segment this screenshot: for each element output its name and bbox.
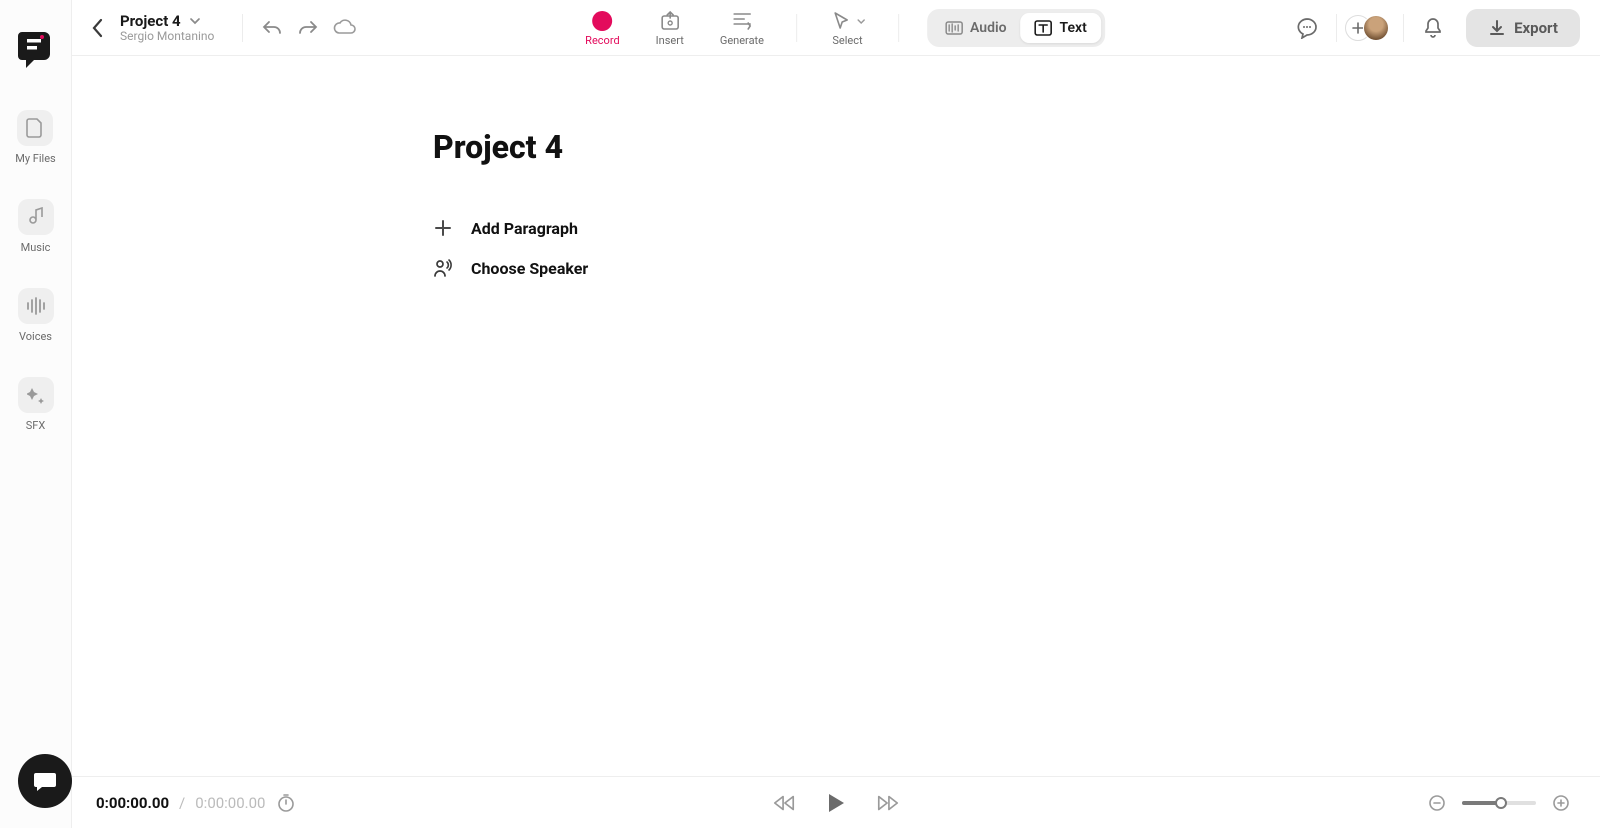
chat-icon [32, 768, 58, 794]
comments-button[interactable] [1292, 13, 1322, 43]
total-time: 0:00:00.00 [195, 794, 265, 812]
sidebar-item-sfx[interactable]: SFX [18, 377, 54, 432]
mode-text-button[interactable]: Text [1021, 13, 1101, 43]
record-icon [592, 11, 612, 31]
project-owner: Sergio Montanino [120, 29, 214, 43]
main-canvas: Project 4 Add Paragraph Choose Speaker [72, 56, 1600, 776]
choose-speaker-button[interactable]: Choose Speaker [433, 248, 1239, 288]
sidebar-item-label: SFX [26, 419, 46, 432]
speaker-person-icon [433, 258, 453, 278]
audio-track-icon [945, 20, 963, 36]
plus-icon [433, 218, 453, 238]
action-label: Add Paragraph [471, 219, 578, 238]
text-box-icon [1035, 20, 1053, 36]
divider [898, 14, 899, 42]
app-logo-icon [18, 30, 54, 70]
sparkle-icon [18, 377, 54, 413]
select-tool[interactable]: Select [811, 9, 884, 47]
document: Project 4 Add Paragraph Choose Speaker [421, 128, 1251, 288]
generate-icon [730, 9, 754, 33]
user-avatar[interactable] [1363, 15, 1389, 41]
project-title: Project 4 [120, 12, 181, 30]
divider [796, 14, 797, 42]
zoom-out-button[interactable] [1422, 788, 1452, 818]
player-controls [772, 791, 900, 815]
undo-button[interactable] [257, 13, 287, 43]
record-tool[interactable]: Record [567, 9, 637, 47]
zoom-slider[interactable] [1462, 801, 1536, 805]
mode-audio-button[interactable]: Audio [931, 13, 1021, 43]
tool-label: Select [832, 34, 862, 47]
generate-tool[interactable]: Generate [702, 9, 782, 47]
play-button[interactable] [824, 791, 848, 815]
redo-button[interactable] [293, 13, 323, 43]
document-title[interactable]: Project 4 [433, 128, 1239, 166]
export-button[interactable]: Export [1466, 9, 1580, 47]
waveform-icon [18, 288, 54, 324]
cloud-sync-button[interactable] [329, 13, 359, 43]
player-bar: 0:00:00.00 / 0:00:00.00 [72, 776, 1600, 828]
sidebar-item-my-files[interactable]: My Files [15, 110, 55, 165]
zoom-controls [1422, 788, 1576, 818]
mode-label: Audio [970, 20, 1007, 36]
mode-toggle-group: Audio Text [927, 9, 1105, 47]
insert-icon [658, 9, 682, 33]
tool-label: Record [585, 34, 619, 47]
divider [242, 14, 243, 42]
timer-icon[interactable] [275, 792, 297, 814]
chevron-down-icon [856, 18, 866, 25]
sidebar-item-music[interactable]: Music [18, 199, 54, 254]
center-toolbar: Record Insert Generate Select [567, 0, 1105, 55]
download-icon [1488, 19, 1506, 37]
zoom-fill [1462, 801, 1498, 805]
zoom-handle[interactable] [1495, 797, 1507, 809]
current-time: 0:00:00.00 [96, 794, 169, 812]
sidebar-item-voices[interactable]: Voices [18, 288, 54, 343]
fast-forward-button[interactable] [876, 791, 900, 815]
project-header: Project 4 Sergio Montanino [120, 12, 214, 43]
file-icon [17, 110, 53, 146]
add-paragraph-button[interactable]: Add Paragraph [433, 208, 1239, 248]
tool-label: Insert [656, 34, 684, 47]
divider [1403, 14, 1404, 42]
left-sidebar: My Files Music Voices SFX [0, 0, 72, 828]
music-note-icon [18, 199, 54, 235]
sidebar-item-label: My Files [15, 152, 55, 165]
collaborators[interactable] [1351, 15, 1389, 41]
tool-label: Generate [720, 34, 764, 47]
sidebar-item-label: Voices [19, 330, 52, 343]
insert-tool[interactable]: Insert [638, 9, 702, 47]
help-chat-button[interactable] [18, 754, 72, 808]
back-button[interactable] [86, 16, 110, 40]
top-bar: Project 4 Sergio Montanino Record Insert [72, 0, 1600, 56]
time-display: 0:00:00.00 / 0:00:00.00 [96, 792, 297, 814]
time-separator: / [179, 794, 185, 812]
action-label: Choose Speaker [471, 259, 588, 278]
rewind-button[interactable] [772, 791, 796, 815]
sidebar-item-label: Music [21, 241, 51, 254]
top-right-actions: Export [1292, 9, 1580, 47]
zoom-in-button[interactable] [1546, 788, 1576, 818]
export-label: Export [1514, 19, 1558, 37]
notifications-button[interactable] [1418, 13, 1448, 43]
chevron-down-icon[interactable] [189, 17, 201, 25]
divider [1336, 14, 1337, 42]
cursor-icon [829, 9, 853, 33]
mode-label: Text [1060, 20, 1087, 36]
